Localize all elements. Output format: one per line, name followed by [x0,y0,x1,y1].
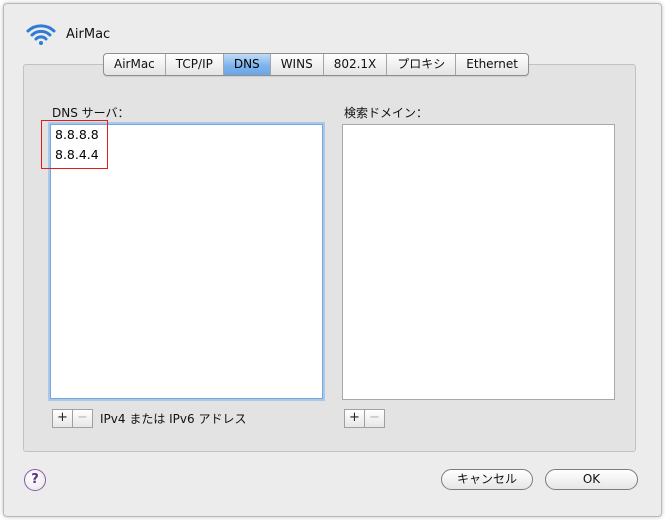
window-title: AirMac [66,26,111,42]
dns-add-remove: + − [52,409,93,428]
help-icon[interactable]: ? [24,469,46,491]
tab-wins[interactable]: WINS [271,54,324,75]
wifi-icon [26,24,56,45]
search-domains-label: 検索ドメイン： [344,106,429,120]
dns-remove-button[interactable]: − [73,409,93,428]
dns-servers-label: DNS サーバ： [52,106,130,120]
cancel-button[interactable]: キャンセル [441,469,533,490]
dns-add-button[interactable]: + [52,409,73,428]
tab-tcpip[interactable]: TCP/IP [166,54,224,75]
window-header: AirMac [26,20,110,48]
tab-8021x[interactable]: 802.1X [324,54,388,75]
search-remove-button[interactable]: − [365,409,385,428]
tab-dns[interactable]: DNS [223,54,271,75]
search-add-button[interactable]: + [344,409,365,428]
tab-ethernet[interactable]: Ethernet [456,54,528,75]
ok-button[interactable]: OK [545,469,638,490]
tab-bar: AirMac TCP/IP DNS WINS 802.1X プロキシ Ether… [103,53,529,76]
highlight-annotation [41,120,108,169]
search-domain-list[interactable] [342,124,615,400]
tab-proxy[interactable]: プロキシ [387,54,457,75]
tab-airmac[interactable]: AirMac [104,54,166,75]
search-add-remove: + − [344,409,385,428]
dns-hint-text: IPv4 または IPv6 アドレス [100,412,247,426]
